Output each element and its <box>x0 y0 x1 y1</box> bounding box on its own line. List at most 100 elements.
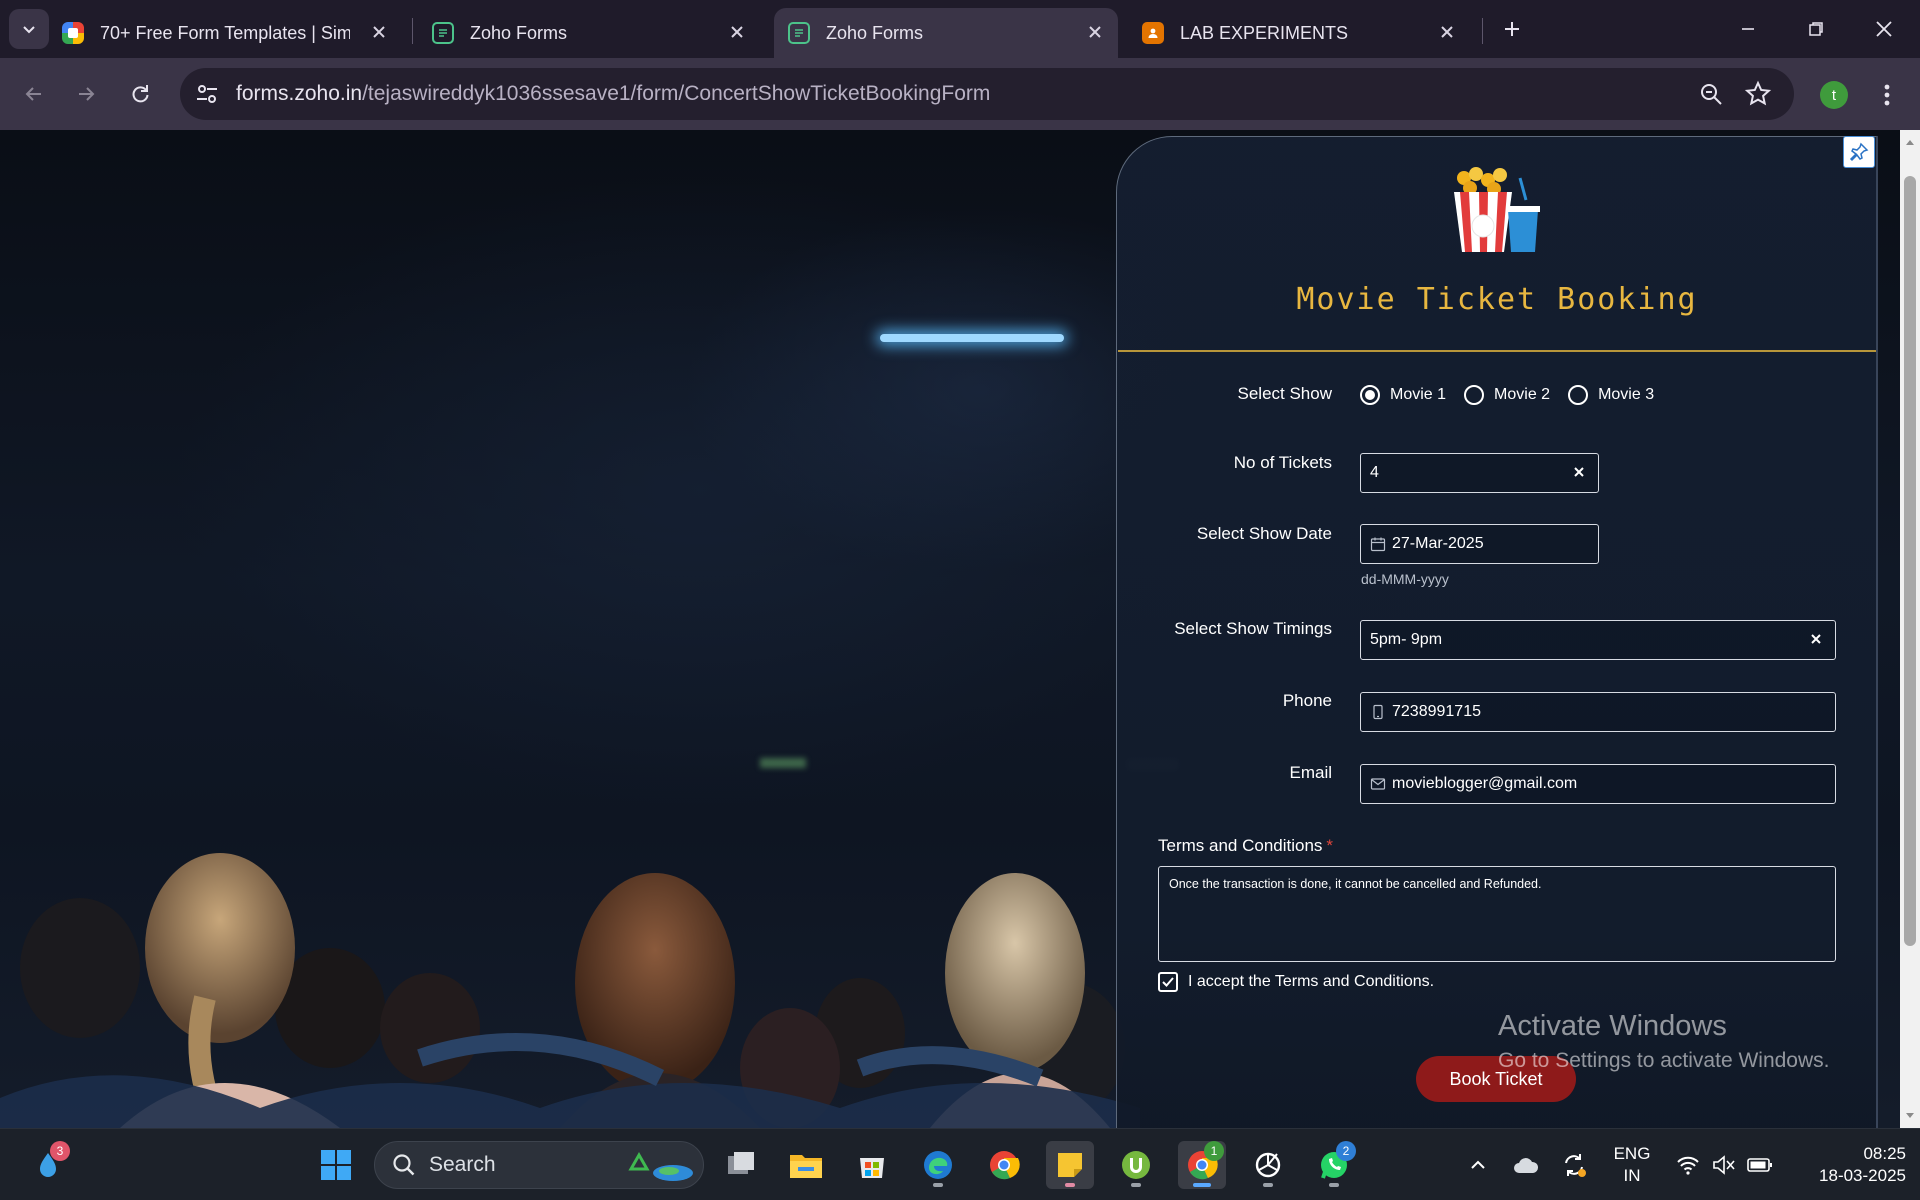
watermark-subtitle: Go to Settings to activate Windows. <box>1498 1049 1830 1072</box>
clock[interactable]: 08:25 18-03-2025 <box>1790 1143 1906 1187</box>
sticky-notes-button[interactable] <box>1046 1141 1094 1189</box>
language-line2: IN <box>1623 1166 1641 1185</box>
close-tab-icon[interactable] <box>726 21 748 43</box>
tab-lab-experiments[interactable]: LAB EXPERIMENTS <box>1130 8 1470 58</box>
close-tab-icon[interactable] <box>368 21 390 43</box>
arrow-left-icon <box>25 87 41 101</box>
tab-form-templates[interactable]: 70+ Free Form Templates | Simp <box>62 8 402 58</box>
address-bar[interactable]: forms.zoho.in/tejaswireddyk1036ssesave1/… <box>180 68 1794 120</box>
email-value: movieblogger@gmail.com <box>1392 775 1578 792</box>
pin-form-button[interactable] <box>1843 136 1875 168</box>
watermark-title: Activate Windows <box>1498 1010 1727 1042</box>
scroll-down-icon[interactable] <box>1904 1110 1916 1122</box>
site-settings-icon[interactable] <box>194 81 220 107</box>
volume-muted-icon <box>1713 1155 1735 1175</box>
bookmark-star-icon[interactable] <box>1744 80 1772 108</box>
restore-icon <box>1809 22 1823 36</box>
google-favicon-icon <box>62 22 84 44</box>
accept-terms-checkbox[interactable]: I accept the Terms and Conditions. <box>1158 972 1434 992</box>
close-tab-icon[interactable] <box>1084 21 1106 43</box>
url-text: forms.zoho.in/tejaswireddyk1036ssesave1/… <box>236 82 990 106</box>
zoom-icon[interactable] <box>1698 81 1724 107</box>
show-date-input[interactable]: 27-Mar-2025 <box>1360 524 1599 564</box>
start-button[interactable] <box>312 1141 360 1189</box>
mail-icon <box>1370 778 1386 790</box>
clock-time: 08:25 <box>1863 1144 1906 1163</box>
clear-icon[interactable] <box>1807 630 1825 648</box>
accept-terms-label: I accept the Terms and Conditions. <box>1188 973 1435 990</box>
close-tab-icon[interactable] <box>1436 21 1458 43</box>
tab-search-button[interactable] <box>9 9 49 49</box>
task-view-icon <box>728 1152 754 1174</box>
onedrive-button[interactable] <box>1502 1141 1550 1189</box>
cinema-screen-light <box>880 334 1064 342</box>
widgets-button[interactable]: 3 <box>24 1141 72 1189</box>
popcorn-logo-icon <box>1454 167 1540 252</box>
sticky-note-icon <box>1058 1153 1082 1177</box>
microsoft-store-button[interactable] <box>848 1141 896 1189</box>
mobile-phone-icon <box>1373 704 1383 720</box>
page-scrollbar[interactable] <box>1900 130 1920 1128</box>
volume-button[interactable] <box>1704 1141 1744 1189</box>
chrome-profile-badge: 1 <box>1204 1141 1224 1161</box>
whatsapp-button[interactable]: 2 <box>1310 1141 1358 1189</box>
show-hidden-icons-button[interactable] <box>1454 1141 1502 1189</box>
radio-movie-3[interactable]: Movie 3 <box>1568 385 1654 405</box>
chatgpt-icon <box>1255 1152 1281 1178</box>
chrome-icon <box>990 1151 1020 1180</box>
zoho-forms-favicon-icon <box>788 22 810 44</box>
language-indicator[interactable]: ENG IN <box>1604 1143 1660 1187</box>
clock-date: 18-03-2025 <box>1819 1166 1906 1185</box>
clear-icon[interactable] <box>1570 463 1588 481</box>
radio-movie-1[interactable]: Movie 1 <box>1360 385 1446 405</box>
terms-label-text: Terms and Conditions <box>1158 836 1323 855</box>
edge-browser-icon <box>924 1151 952 1179</box>
forward-button[interactable] <box>68 76 104 112</box>
chrome-active-button[interactable]: 1 <box>1178 1141 1226 1189</box>
utorrent-button[interactable] <box>1112 1141 1160 1189</box>
edge-button[interactable] <box>914 1141 962 1189</box>
language-line1: ENG <box>1613 1144 1651 1163</box>
reload-icon <box>132 85 149 103</box>
scrollbar-thumb[interactable] <box>1904 176 1916 946</box>
radio-unchecked-icon <box>1464 385 1485 405</box>
browser-menu-button[interactable] <box>1872 78 1902 112</box>
required-marker: * <box>1326 836 1334 855</box>
task-view-button[interactable] <box>717 1141 765 1189</box>
scroll-up-icon[interactable] <box>1904 136 1916 148</box>
taskbar-search[interactable]: Search <box>374 1141 704 1189</box>
wifi-button[interactable] <box>1668 1141 1708 1189</box>
terms-textbox[interactable]: Once the transaction is done, it cannot … <box>1158 866 1836 962</box>
chrome-button[interactable] <box>980 1141 1028 1189</box>
close-window-button[interactable] <box>1852 0 1916 58</box>
running-indicator <box>1329 1183 1339 1187</box>
sync-button[interactable] <box>1550 1141 1598 1189</box>
profile-avatar[interactable]: t <box>1820 81 1848 109</box>
battery-button[interactable] <box>1740 1141 1780 1189</box>
back-button[interactable] <box>16 76 52 112</box>
tab-title: 70+ Free Form Templates | Simp <box>100 22 350 43</box>
running-indicator <box>1193 1183 1211 1187</box>
show-timings-dropdown[interactable]: 5pm- 9pm <box>1360 620 1836 660</box>
minimize-button[interactable] <box>1716 0 1780 58</box>
radio-label: Movie 1 <box>1390 386 1447 403</box>
tab-zoho-forms-1[interactable]: Zoho Forms <box>420 8 760 58</box>
tab-zoho-forms-active[interactable]: Zoho Forms <box>774 8 1118 58</box>
radio-label: Movie 2 <box>1494 386 1551 403</box>
running-indicator <box>1065 1183 1075 1187</box>
calendar-icon[interactable] <box>1370 536 1386 552</box>
tickets-dropdown[interactable]: 4 <box>1360 453 1599 493</box>
utorrent-icon <box>1122 1151 1150 1179</box>
radio-movie-2[interactable]: Movie 2 <box>1464 385 1550 405</box>
chatgpt-button[interactable] <box>1244 1141 1292 1189</box>
reload-button[interactable] <box>122 76 158 112</box>
phone-input[interactable]: 7238991715 <box>1360 692 1836 732</box>
show-date-label: Select Show Date <box>1196 524 1332 543</box>
restore-button[interactable] <box>1784 0 1848 58</box>
file-explorer-button[interactable] <box>782 1141 830 1189</box>
recycle-globe-icon <box>628 1151 693 1181</box>
email-input[interactable]: movieblogger@gmail.com <box>1360 764 1836 804</box>
minimize-icon <box>1742 28 1754 30</box>
widgets-badge: 3 <box>50 1141 70 1161</box>
new-tab-button[interactable] <box>1495 12 1529 46</box>
